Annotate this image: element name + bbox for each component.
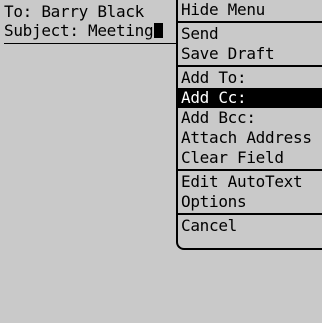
menu-item-options[interactable]: Options <box>178 192 322 212</box>
menu-separator <box>178 213 322 215</box>
menu-separator <box>178 169 322 171</box>
subject-label: Subject: <box>4 21 79 40</box>
email-compose-screen: To: Barry Black Subject: Meeting Hide Me… <box>0 0 322 323</box>
menu-item-send[interactable]: Send <box>178 24 322 44</box>
menu-item-edit-autotext[interactable]: Edit AutoText <box>178 172 322 192</box>
subject-value[interactable]: Meeting <box>88 21 154 40</box>
menu-separator <box>178 21 322 23</box>
menu-separator <box>178 65 322 67</box>
menu-item-cancel[interactable]: Cancel <box>178 216 322 236</box>
menu-item-hide-menu[interactable]: Hide Menu <box>178 0 322 20</box>
menu-item-add-cc[interactable]: Add Cc: <box>178 88 322 108</box>
context-menu[interactable]: Hide Menu Send Save Draft Add To: Add Cc… <box>176 0 322 250</box>
to-label: To: <box>4 2 32 21</box>
compose-header: To: Barry Black Subject: Meeting <box>4 2 176 44</box>
header-divider <box>4 43 176 44</box>
menu-item-clear-field[interactable]: Clear Field <box>178 148 322 168</box>
text-cursor <box>154 23 164 38</box>
to-field[interactable]: To: Barry Black <box>4 2 174 21</box>
subject-field[interactable]: Subject: Meeting <box>4 21 174 40</box>
to-value[interactable]: Barry Black <box>41 2 144 21</box>
menu-item-add-bcc[interactable]: Add Bcc: <box>178 108 322 128</box>
menu-item-attach-address[interactable]: Attach Address <box>178 128 322 148</box>
menu-item-add-to[interactable]: Add To: <box>178 68 322 88</box>
menu-item-save-draft[interactable]: Save Draft <box>178 44 322 64</box>
